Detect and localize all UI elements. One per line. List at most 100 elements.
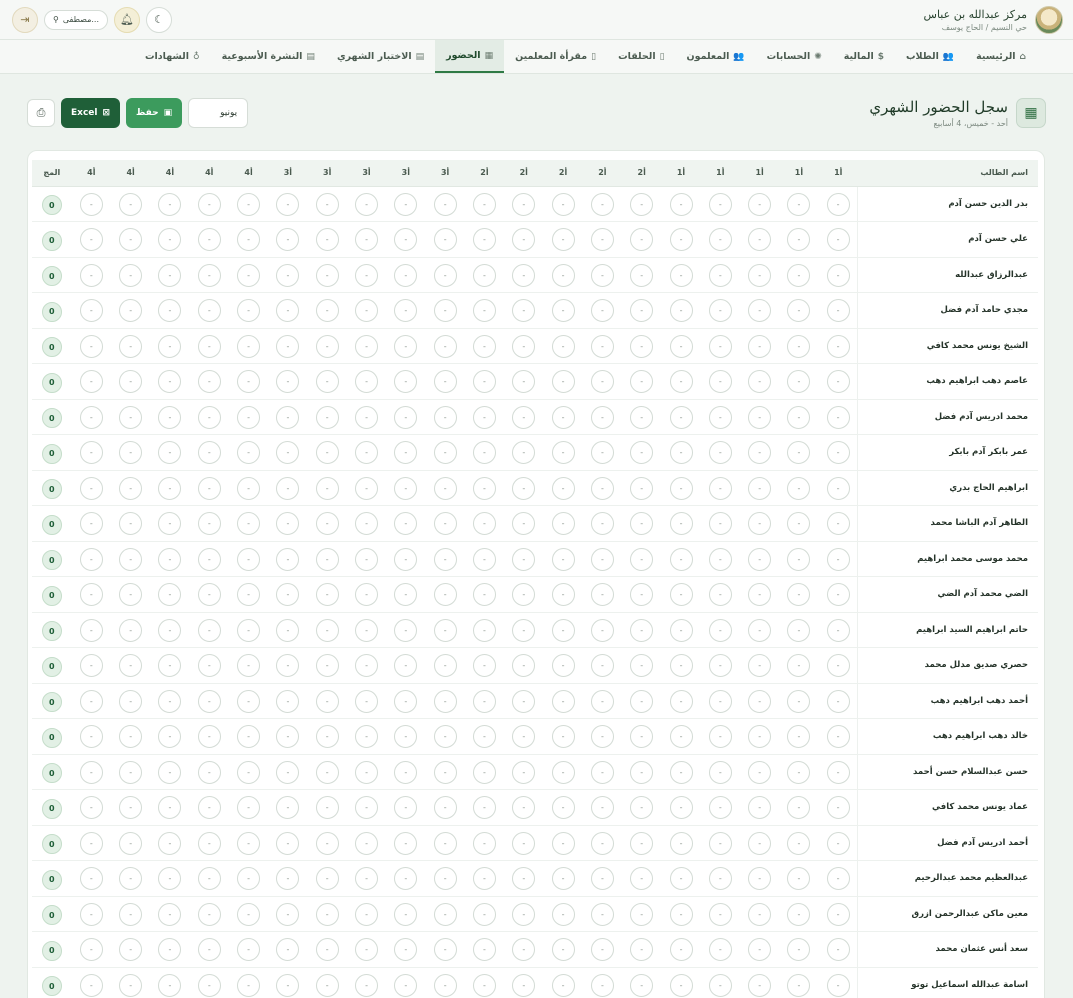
attendance-toggle[interactable]: - [394,867,418,891]
attendance-toggle[interactable]: - [158,334,182,358]
attendance-toggle[interactable]: - [119,654,143,678]
attendance-toggle[interactable]: - [394,583,418,607]
attendance-toggle[interactable]: - [551,441,575,465]
attendance-toggle[interactable]: - [158,760,182,784]
attendance-toggle[interactable]: - [237,689,261,713]
attendance-toggle[interactable]: - [630,228,654,252]
attendance-toggle[interactable]: - [512,902,536,926]
attendance-toggle[interactable]: - [551,263,575,287]
attendance-toggle[interactable]: - [315,299,339,323]
attendance-toggle[interactable]: - [787,476,811,500]
attendance-toggle[interactable]: - [394,263,418,287]
attendance-toggle[interactable]: - [630,405,654,429]
attendance-toggle[interactable]: - [551,228,575,252]
attendance-toggle[interactable]: - [512,228,536,252]
attendance-toggle[interactable]: - [826,902,850,926]
attendance-toggle[interactable]: - [512,760,536,784]
attendance-toggle[interactable]: - [472,228,496,252]
attendance-toggle[interactable]: - [669,299,693,323]
attendance-toggle[interactable]: - [708,796,732,820]
attendance-toggle[interactable]: - [787,405,811,429]
attendance-toggle[interactable]: - [394,547,418,571]
attendance-toggle[interactable]: - [630,583,654,607]
attendance-toggle[interactable]: - [315,902,339,926]
nav-item-4[interactable]: 👥 المعلمون [676,40,756,73]
attendance-toggle[interactable]: - [590,405,614,429]
attendance-toggle[interactable]: - [197,725,221,749]
attendance-toggle[interactable]: - [590,512,614,536]
user-menu[interactable]: ⚲ مصطفى... [44,9,108,30]
nav-item-5[interactable]: ▯ الحلقات [607,40,675,73]
attendance-toggle[interactable]: - [197,476,221,500]
attendance-toggle[interactable]: - [826,938,850,962]
attendance-toggle[interactable]: - [276,299,300,323]
attendance-toggle[interactable]: - [315,725,339,749]
attendance-toggle[interactable]: - [708,654,732,678]
attendance-toggle[interactable]: - [630,618,654,642]
attendance-toggle[interactable]: - [512,583,536,607]
attendance-toggle[interactable]: - [79,334,103,358]
attendance-toggle[interactable]: - [158,299,182,323]
attendance-toggle[interactable]: - [394,973,418,997]
attendance-toggle[interactable]: - [433,902,457,926]
attendance-toggle[interactable]: - [590,973,614,997]
theme-toggle-button[interactable]: ☾ [146,6,172,33]
attendance-toggle[interactable]: - [119,334,143,358]
attendance-toggle[interactable]: - [197,370,221,394]
attendance-toggle[interactable]: - [512,476,536,500]
attendance-toggle[interactable]: - [158,228,182,252]
attendance-toggle[interactable]: - [669,405,693,429]
attendance-toggle[interactable]: - [355,796,378,820]
attendance-toggle[interactable]: - [119,228,143,252]
attendance-toggle[interactable]: - [630,760,654,784]
attendance-toggle[interactable]: - [787,760,811,784]
attendance-toggle[interactable]: - [119,583,143,607]
attendance-toggle[interactable]: - [276,512,300,536]
attendance-toggle[interactable]: - [472,512,496,536]
attendance-toggle[interactable]: - [119,547,143,571]
attendance-toggle[interactable]: - [551,938,575,962]
attendance-toggle[interactable]: - [708,476,732,500]
attendance-toggle[interactable]: - [119,512,143,536]
attendance-toggle[interactable]: - [708,938,732,962]
attendance-toggle[interactable]: - [826,299,850,323]
nav-item-8[interactable]: ▤ الاختبار الشهري [326,40,435,73]
attendance-toggle[interactable]: - [472,973,496,997]
attendance-toggle[interactable]: - [787,973,811,997]
attendance-toggle[interactable]: - [826,441,850,465]
attendance-toggle[interactable]: - [394,370,418,394]
attendance-toggle[interactable]: - [551,867,575,891]
attendance-toggle[interactable]: - [630,938,654,962]
attendance-toggle[interactable]: - [394,938,418,962]
attendance-toggle[interactable]: - [276,760,300,784]
attendance-toggle[interactable]: - [237,725,261,749]
attendance-toggle[interactable]: - [472,796,496,820]
attendance-toggle[interactable]: - [237,583,261,607]
attendance-toggle[interactable]: - [276,228,300,252]
attendance-toggle[interactable]: - [669,618,693,642]
attendance-toggle[interactable]: - [394,689,418,713]
attendance-toggle[interactable]: - [669,831,693,855]
attendance-toggle[interactable]: - [119,441,143,465]
attendance-toggle[interactable]: - [237,867,261,891]
attendance-toggle[interactable]: - [669,547,693,571]
attendance-toggle[interactable]: - [315,654,339,678]
nav-item-9[interactable]: ▤ النشرة الأسبوعية [211,40,326,73]
attendance-toggle[interactable]: - [355,618,378,642]
attendance-toggle[interactable]: - [276,689,300,713]
attendance-toggle[interactable]: - [826,796,850,820]
attendance-toggle[interactable]: - [748,299,772,323]
attendance-toggle[interactable]: - [748,263,772,287]
attendance-toggle[interactable]: - [197,867,221,891]
attendance-toggle[interactable]: - [787,299,811,323]
attendance-toggle[interactable]: - [276,796,300,820]
attendance-toggle[interactable]: - [276,725,300,749]
attendance-toggle[interactable]: - [197,405,221,429]
attendance-toggle[interactable]: - [197,618,221,642]
attendance-toggle[interactable]: - [787,512,811,536]
attendance-toggle[interactable]: - [119,796,143,820]
attendance-toggle[interactable]: - [708,547,732,571]
attendance-toggle[interactable]: - [826,867,850,891]
attendance-toggle[interactable]: - [787,654,811,678]
attendance-toggle[interactable]: - [394,831,418,855]
